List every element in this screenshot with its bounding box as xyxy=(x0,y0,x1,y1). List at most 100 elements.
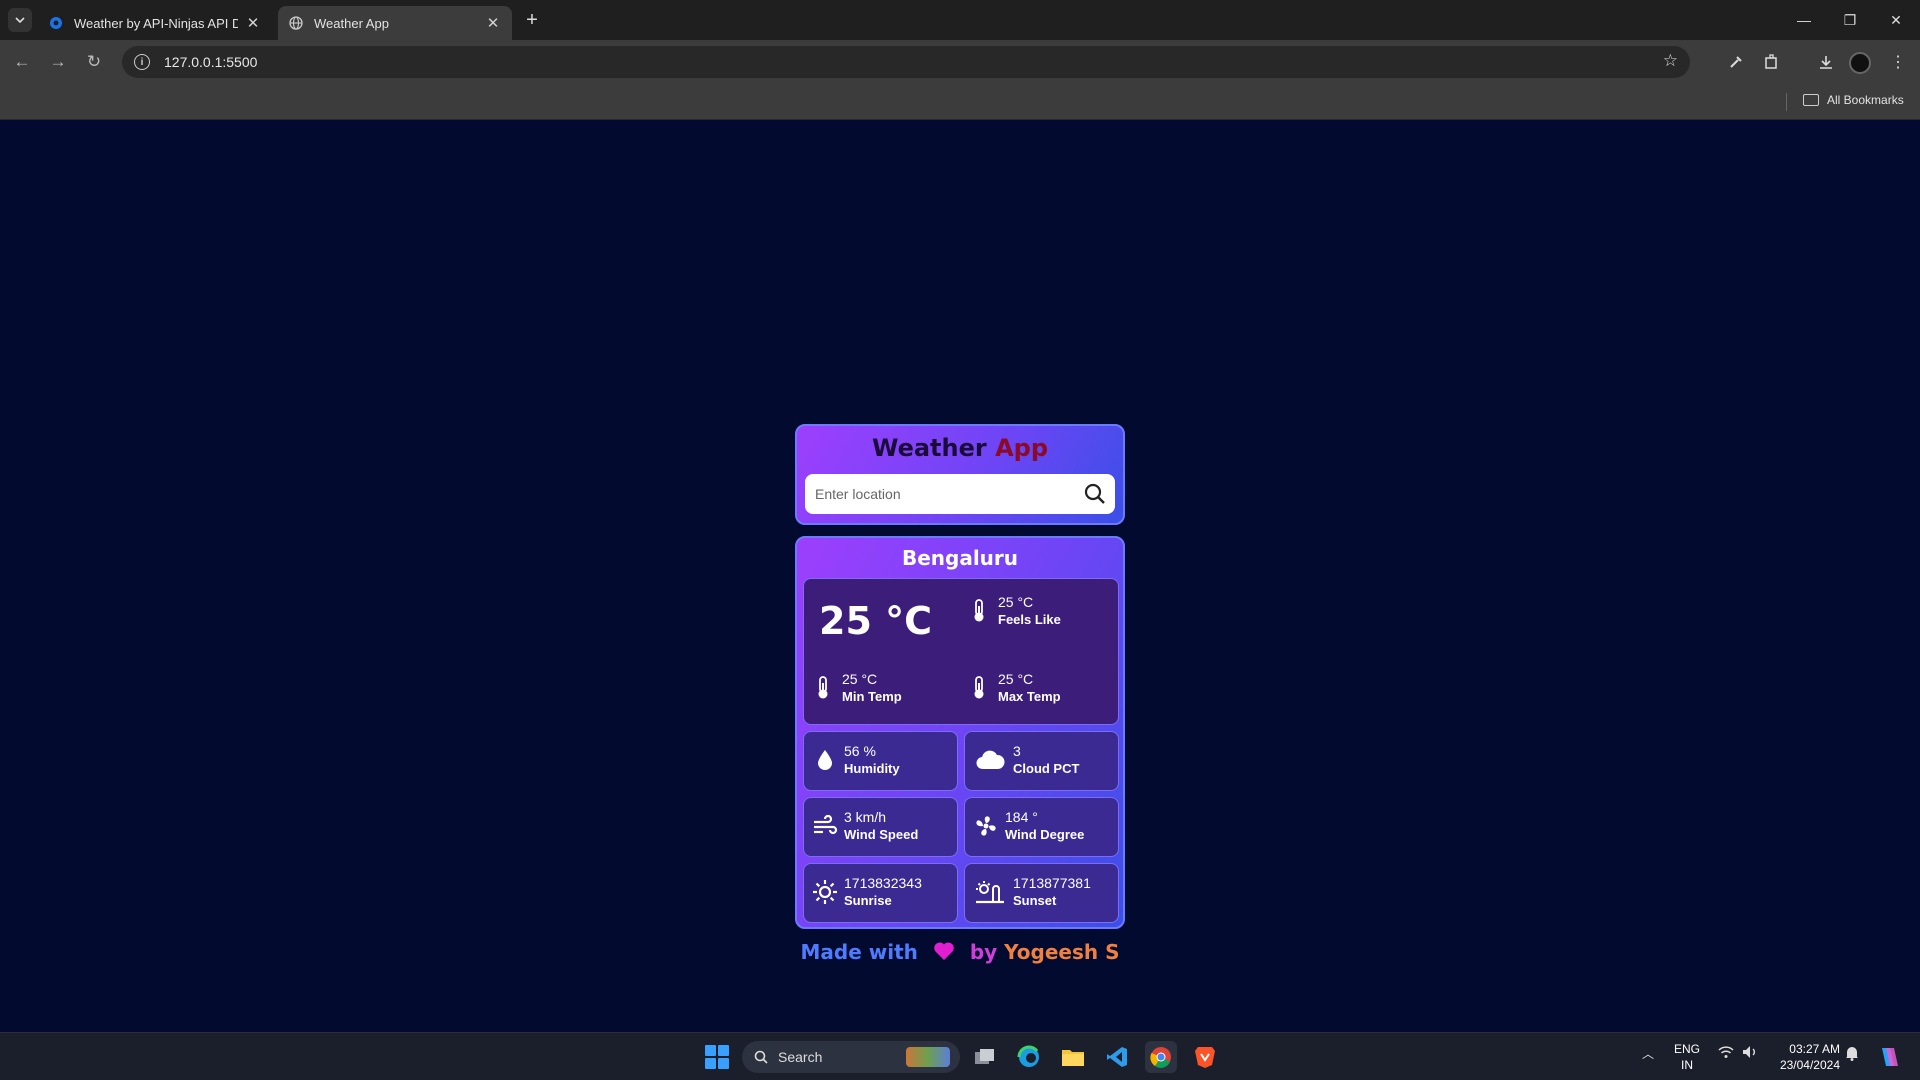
app-title: Weather App xyxy=(797,434,1123,462)
search-button[interactable] xyxy=(1083,482,1107,506)
tab-weather-app[interactable]: Weather App ✕ xyxy=(278,6,512,40)
close-tab-icon[interactable]: ✕ xyxy=(244,14,262,32)
chevron-down-icon xyxy=(15,17,25,24)
globe-favicon-icon xyxy=(288,15,304,31)
language-indicator[interactable]: ENG IN xyxy=(1674,1041,1700,1073)
api-ninjas-favicon-icon xyxy=(48,15,64,31)
feels-like-value: 25 °C xyxy=(998,594,1034,610)
feels-like-stat: 25 °C Feels Like xyxy=(966,593,1061,629)
all-bookmarks-button[interactable]: All Bookmarks xyxy=(1803,93,1904,107)
humidity-tile: 56 % Humidity xyxy=(803,731,958,791)
restore-icon[interactable]: ❐ xyxy=(1832,6,1868,34)
search-icon xyxy=(754,1050,768,1064)
close-tab-icon[interactable]: ✕ xyxy=(484,14,502,32)
wind-degree-label: Wind Degree xyxy=(1005,827,1085,842)
search-box xyxy=(805,474,1115,514)
file-explorer-icon[interactable] xyxy=(1057,1041,1089,1073)
bookmarks-bar: All Bookmarks xyxy=(0,84,1920,120)
wind-icon xyxy=(812,811,838,841)
reload-icon[interactable]: ↻ xyxy=(80,48,108,76)
cloud-pct-stat: 3 Cloud PCT xyxy=(973,742,1079,778)
sunrise-label: Sunrise xyxy=(844,893,892,908)
volume-icon[interactable] xyxy=(1742,1045,1758,1062)
thermometer-icon xyxy=(810,673,836,703)
footer-credit: Made with by Yogeesh S xyxy=(0,940,1920,966)
extensions-puzzle-icon[interactable] xyxy=(1758,48,1786,76)
tab-title: Weather by API-Ninjas API Do xyxy=(74,15,238,31)
search-highlight-image xyxy=(906,1047,950,1067)
search-card: Weather App xyxy=(795,424,1125,525)
humidity-value: 56 % xyxy=(844,743,876,759)
back-arrow-icon[interactable]: ← xyxy=(8,48,36,76)
bookmark-star-icon[interactable]: ☆ xyxy=(1663,51,1678,71)
location-input[interactable] xyxy=(805,474,1075,514)
cloud-icon xyxy=(973,745,1007,775)
sun-icon xyxy=(812,877,838,907)
sunset-icon xyxy=(973,877,1007,907)
cloud-pct-tile: 3 Cloud PCT xyxy=(964,731,1119,791)
region-code: IN xyxy=(1681,1058,1693,1072)
sunset-tile: 1713877381 Sunset xyxy=(964,863,1119,923)
clock-date: 23/04/2024 xyxy=(1779,1058,1840,1072)
eyedropper-icon[interactable] xyxy=(1722,48,1750,76)
wind-degree-tile: 184 ° Wind Degree xyxy=(964,797,1119,857)
system-clock[interactable]: 03:27 AM 23/04/2024 xyxy=(1770,1041,1840,1073)
footer-made-with: Made with xyxy=(800,940,918,964)
tab-search-button[interactable] xyxy=(8,8,32,32)
search-icon xyxy=(1084,483,1105,504)
tab-weather-api-ninjas[interactable]: Weather by API-Ninjas API Do ✕ xyxy=(38,6,272,40)
new-tab-button[interactable]: + xyxy=(520,8,544,32)
min-temp-stat: 25 °C Min Temp xyxy=(810,670,902,706)
folder-icon xyxy=(1803,94,1819,106)
min-temp-value: 25 °C xyxy=(842,671,878,687)
feels-like-label: Feels Like xyxy=(998,612,1061,627)
city-name: Bengaluru xyxy=(901,546,1019,570)
wind-speed-label: Wind Speed xyxy=(844,827,919,842)
thermometer-icon xyxy=(966,596,992,626)
sunset-value: 1713877381 xyxy=(1013,875,1091,891)
taskbar-search[interactable]: Search xyxy=(742,1041,960,1073)
menu-dots-icon[interactable]: ⋮ xyxy=(1884,48,1912,76)
copilot-icon[interactable] xyxy=(1872,1041,1904,1073)
download-icon[interactable] xyxy=(1812,48,1840,76)
windows-start-icon[interactable] xyxy=(705,1045,729,1069)
vscode-icon[interactable] xyxy=(1101,1041,1133,1073)
close-window-icon[interactable]: ✕ xyxy=(1878,6,1914,34)
all-bookmarks-label: All Bookmarks xyxy=(1827,93,1904,107)
tab-title: Weather App xyxy=(314,15,389,31)
taskbar-search-label: Search xyxy=(778,1049,823,1065)
minimize-icon[interactable]: — xyxy=(1786,6,1822,34)
temperature-panel: 25 °C 25 °C Feels Like 25 °C Min Temp 25… xyxy=(803,578,1119,725)
url-text: 127.0.0.1:5500 xyxy=(164,54,258,70)
address-bar[interactable]: i 127.0.0.1:5500 ☆ xyxy=(122,46,1690,78)
footer-author: Yogeesh S xyxy=(1004,940,1120,964)
sunrise-value: 1713832343 xyxy=(844,875,922,891)
site-info-icon[interactable]: i xyxy=(134,54,150,70)
wind-speed-tile: 3 km/h Wind Speed xyxy=(803,797,958,857)
browser-tab-strip: Weather by API-Ninjas API Do ✕ Weather A… xyxy=(0,0,1920,40)
current-temperature: 25 °C xyxy=(819,599,932,643)
task-view-icon[interactable] xyxy=(969,1041,1001,1073)
sunset-label: Sunset xyxy=(1013,893,1057,908)
wifi-icon[interactable] xyxy=(1718,1045,1734,1062)
sunset-stat: 1713877381 Sunset xyxy=(973,874,1091,910)
forward-arrow-icon[interactable]: → xyxy=(44,48,72,76)
cloud-pct-value: 3 xyxy=(1013,743,1021,759)
notification-bell-icon[interactable] xyxy=(1845,1045,1859,1064)
language-code: ENG xyxy=(1674,1042,1701,1056)
profile-avatar[interactable] xyxy=(1849,52,1871,74)
app-title-weather: Weather xyxy=(871,434,987,462)
wind-speed-value: 3 km/h xyxy=(844,809,887,825)
max-temp-value: 25 °C xyxy=(998,671,1034,687)
show-hidden-icons-icon[interactable]: ︿ xyxy=(1642,1045,1654,1062)
min-temp-label: Min Temp xyxy=(842,689,902,704)
humidity-label: Humidity xyxy=(844,761,900,776)
cloud-pct-label: Cloud PCT xyxy=(1013,761,1080,776)
fan-icon xyxy=(973,811,999,841)
brave-browser-icon[interactable] xyxy=(1189,1041,1221,1073)
sunrise-tile: 1713832343 Sunrise xyxy=(803,863,958,923)
app-title-app: App xyxy=(995,434,1049,462)
chrome-icon[interactable] xyxy=(1145,1041,1177,1073)
edge-browser-icon[interactable] xyxy=(1013,1041,1045,1073)
humidity-stat: 56 % Humidity xyxy=(812,742,900,778)
